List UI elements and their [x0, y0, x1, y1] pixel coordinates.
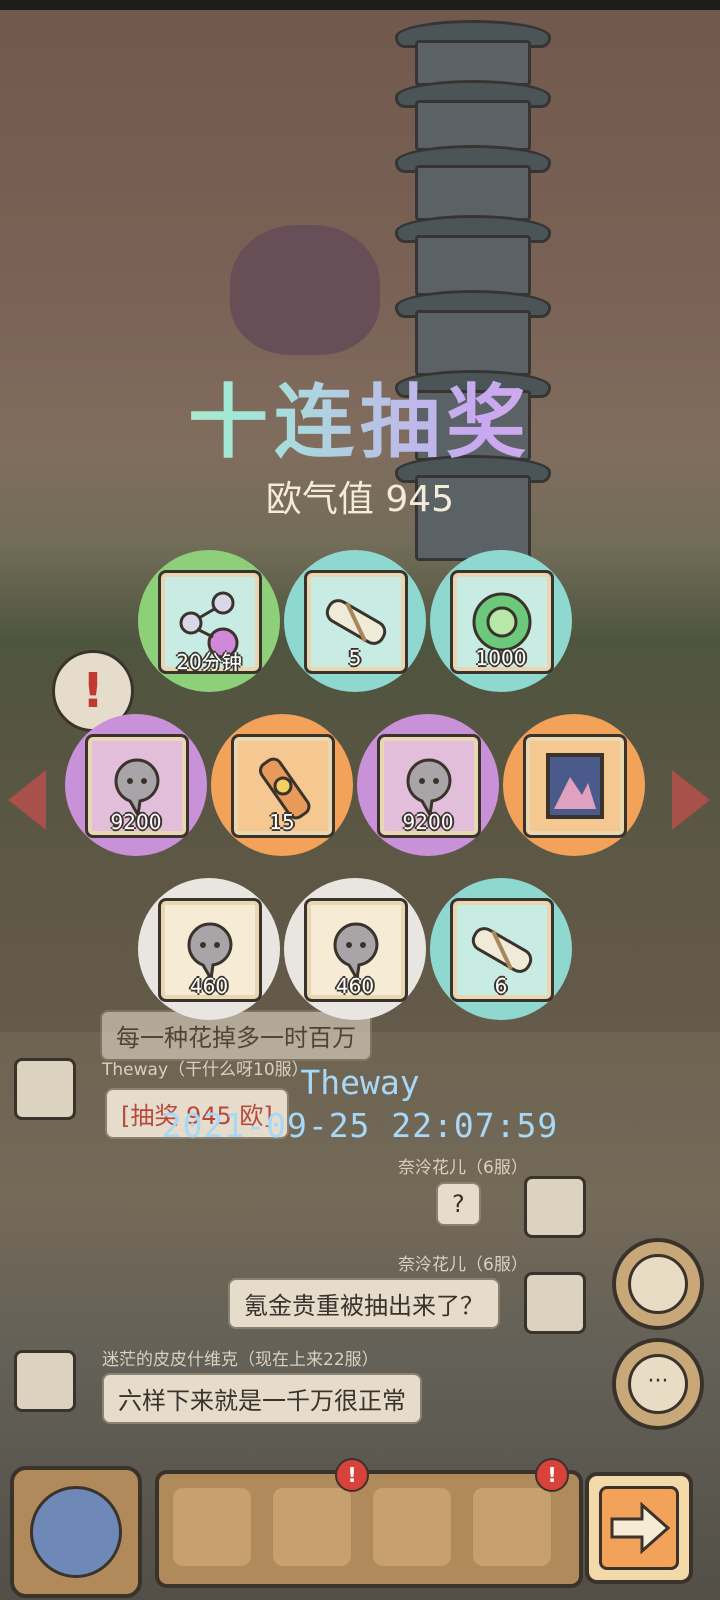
snail-icon[interactable]: [173, 1488, 251, 1566]
backpack-icon[interactable]: [273, 1488, 351, 1566]
ring-menu-button[interactable]: [10, 1466, 142, 1598]
bottom-dock: ! !: [155, 1458, 583, 1588]
notification-badge: !: [535, 1458, 569, 1492]
next-arrow-button[interactable]: [672, 770, 710, 830]
chat-bubble: ?: [436, 1182, 481, 1226]
reward-count: 1000: [475, 646, 527, 670]
reward-item[interactable]: 20分钟: [138, 550, 280, 692]
reward-count: 15: [269, 810, 295, 834]
statue-icon[interactable]: [373, 1488, 451, 1566]
reward-count: 9200: [402, 810, 454, 834]
ring-icon: [30, 1486, 122, 1578]
chat-avatar[interactable]: [524, 1176, 586, 1238]
chat-username: 奈泠花儿（6服）: [398, 1158, 528, 1178]
reward-count: 6: [494, 974, 508, 998]
winner-name: Theway: [300, 1063, 420, 1102]
reward-item[interactable]: 460: [284, 878, 426, 1020]
prev-arrow-button[interactable]: [8, 770, 46, 830]
reward-count: 20分钟: [176, 650, 242, 674]
chat-bubble: 六样下来就是一千万很正常: [102, 1373, 422, 1424]
arrow-right-icon: [599, 1486, 679, 1570]
reward-item[interactable]: 6: [430, 878, 572, 1020]
chat-bubble: 每一种花掉多一时百万: [100, 1010, 372, 1061]
reward-item[interactable]: 1000: [430, 550, 572, 692]
painting-icon: [523, 734, 627, 838]
pyramid-icon[interactable]: [473, 1488, 551, 1566]
chat-username: 奈泠花儿（6服）: [398, 1255, 528, 1275]
game-background: ! 每一种花掉多一时百万 Theway（干什么呀10服） [抽奖 945 欧] …: [0, 0, 720, 1600]
reward-item[interactable]: 460: [138, 878, 280, 1020]
chat-bubble: 氪金贵重被抽出来了？: [228, 1278, 500, 1329]
chat-button[interactable]: ···: [612, 1338, 704, 1430]
luck-value: 欧气值 945: [265, 479, 455, 520]
speech-bubble-icon: ···: [628, 1354, 688, 1414]
reward-item[interactable]: 15: [211, 714, 353, 856]
reward-count: 460: [335, 974, 375, 998]
draw-timestamp: 2021-09-25 22:07:59: [161, 1106, 559, 1145]
chat-avatar[interactable]: [14, 1350, 76, 1412]
reward-count: 5: [348, 646, 362, 670]
reward-item[interactable]: 9200: [65, 714, 207, 856]
reward-item[interactable]: 9200: [357, 714, 499, 856]
settings-ring-button[interactable]: [612, 1238, 704, 1330]
reward-item[interactable]: [503, 714, 645, 856]
chat-avatar[interactable]: [524, 1272, 586, 1334]
reward-count: 460: [189, 974, 229, 998]
lottery-title: 十连抽奖: [0, 358, 720, 474]
reward-item[interactable]: 5: [284, 550, 426, 692]
notification-badge: !: [335, 1458, 369, 1492]
reward-count: 9200: [110, 810, 162, 834]
chat-username: 迷茫的皮皮什维克（现在上来22服）: [102, 1350, 379, 1370]
confirm-arrow-button[interactable]: [585, 1472, 693, 1584]
